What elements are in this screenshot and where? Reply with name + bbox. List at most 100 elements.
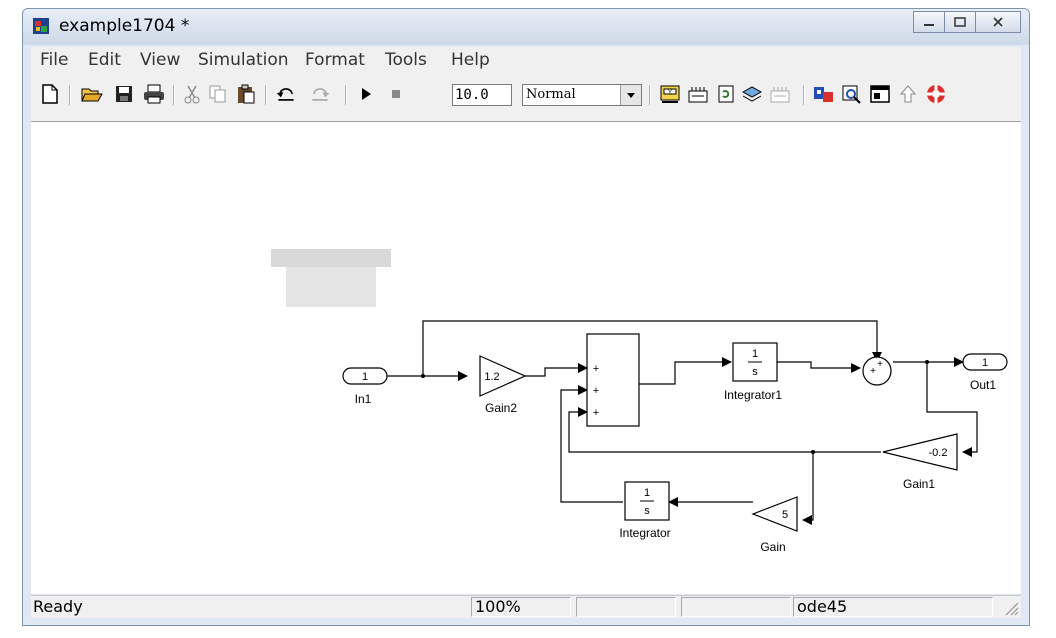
integrator-block[interactable]: 1 s Integrator — [619, 481, 671, 540]
play-icon — [362, 88, 371, 100]
redo-icon — [312, 88, 330, 101]
blurred-region — [271, 249, 391, 307]
stop-time-input[interactable]: 10.0 — [452, 84, 512, 106]
lifebuoy-icon — [927, 85, 945, 103]
update-diagram-button[interactable] — [687, 83, 709, 105]
printer-icon — [144, 84, 164, 104]
sum1-sign-3: + — [593, 407, 599, 419]
gain-block[interactable]: 5 Gain — [751, 496, 798, 554]
refresh-button[interactable] — [715, 83, 737, 105]
gain2-block[interactable]: 1.2 Gain2 — [479, 355, 527, 415]
model-browser-button[interactable] — [869, 83, 891, 105]
sum1-sign-1: + — [593, 363, 599, 375]
print-button[interactable] — [143, 83, 165, 105]
debug-button[interactable] — [841, 83, 863, 105]
undo-button[interactable] — [275, 83, 297, 105]
build-button[interactable]: Y — [659, 83, 681, 105]
signal-lines — [387, 320, 978, 525]
undo-icon — [276, 88, 294, 101]
grid-icon — [770, 87, 790, 103]
up-arrow-icon — [899, 85, 917, 103]
scissors-icon — [184, 85, 200, 104]
menu-bar: File Edit View Simulation Format Tools H… — [31, 47, 1021, 74]
in1-block[interactable]: 1 In1 — [342, 367, 388, 406]
copy-button[interactable] — [207, 83, 229, 105]
integrator-numerator: 1 — [644, 487, 650, 499]
cut-button[interactable] — [181, 83, 203, 105]
start-simulation-button[interactable] — [355, 83, 377, 105]
gain-value: 5 — [782, 509, 788, 521]
menu-tools[interactable]: Tools — [385, 50, 427, 70]
magnifier-icon — [842, 85, 861, 104]
in1-port-number: 1 — [362, 371, 368, 383]
model-advisor-button[interactable] — [769, 83, 791, 105]
minimize-icon — [924, 24, 934, 26]
explorer-icon — [814, 87, 833, 102]
status-bar: Ready 100% ode45 — [31, 595, 1021, 618]
maximize-button[interactable] — [944, 11, 976, 33]
integrator-denominator: s — [644, 505, 650, 517]
model-explorer-button[interactable] — [813, 83, 835, 105]
sum2-sign-2: + — [877, 359, 883, 370]
save-button[interactable] — [113, 83, 135, 105]
clipboard-icon — [238, 84, 255, 104]
resize-grip-icon[interactable] — [1003, 600, 1019, 616]
block-diagram: 1 In1 1.2 Gain2 + + + 1 s Integrator1 + … — [271, 249, 1008, 554]
gain-label: Gain — [760, 540, 785, 554]
status-ready: Ready — [33, 597, 83, 616]
window-title: example1704 * — [59, 16, 190, 36]
simulation-mode-value: Normal — [526, 87, 576, 102]
new-model-button[interactable] — [39, 83, 61, 105]
help-button[interactable] — [925, 83, 947, 105]
status-zoom: 100% — [475, 597, 521, 616]
menu-simulation[interactable]: Simulation — [198, 50, 289, 70]
integrator1-label: Integrator1 — [724, 388, 782, 402]
paste-button[interactable] — [235, 83, 257, 105]
diagram-update-icon — [688, 87, 708, 103]
stop-simulation-button[interactable] — [385, 83, 407, 105]
integrator1-block[interactable]: 1 s Integrator1 — [724, 342, 782, 402]
gain1-value: -0.2 — [929, 447, 948, 459]
integrator1-denominator: s — [752, 366, 758, 378]
title-bar[interactable]: example1704 * — [23, 9, 1029, 45]
simulink-app-icon — [33, 18, 49, 34]
out1-block[interactable]: 1 Out1 — [962, 353, 1008, 392]
svg-text:Y: Y — [668, 90, 672, 96]
close-button[interactable] — [975, 11, 1021, 33]
build-icon: Y — [660, 85, 680, 103]
sum1-block[interactable]: + + + — [586, 333, 640, 427]
open-folder-icon — [81, 88, 103, 102]
gain2-value: 1.2 — [484, 371, 499, 383]
refresh-icon — [718, 85, 734, 103]
go-to-parent-button[interactable] — [897, 83, 919, 105]
integrator1-numerator: 1 — [752, 348, 758, 360]
redo-button[interactable] — [309, 83, 331, 105]
new-file-icon — [42, 84, 58, 104]
simulation-mode-select[interactable]: Normal — [522, 84, 642, 106]
menu-file[interactable]: File — [40, 50, 68, 70]
gain1-block[interactable]: -0.2 Gain1 — [882, 433, 958, 491]
menu-view[interactable]: View — [140, 50, 180, 70]
copy-icon — [209, 85, 226, 103]
gain2-label: Gain2 — [485, 401, 517, 415]
out1-label: Out1 — [970, 378, 996, 392]
out1-port-number: 1 — [982, 357, 988, 369]
gain1-label: Gain1 — [903, 477, 935, 491]
status-solver: ode45 — [797, 597, 848, 616]
menu-edit[interactable]: Edit — [88, 50, 121, 70]
model-canvas[interactable]: 1 In1 1.2 Gain2 + + + 1 s Integrator1 + … — [31, 122, 1021, 594]
dropdown-arrow-icon[interactable] — [620, 85, 641, 105]
menu-help[interactable]: Help — [451, 50, 490, 70]
sum2-sign-1: + — [870, 366, 876, 377]
toolbar: 10.0 Normal Y — [31, 73, 1021, 122]
floppy-disk-icon — [116, 86, 132, 102]
maximize-icon — [954, 17, 966, 27]
integrator-label: Integrator — [619, 526, 670, 540]
library-browser-button[interactable] — [741, 83, 763, 105]
minimize-button[interactable] — [913, 11, 945, 33]
menu-format[interactable]: Format — [305, 50, 365, 70]
browser-window-icon — [870, 85, 890, 103]
open-button[interactable] — [81, 83, 103, 105]
status-panel-empty-2 — [681, 597, 791, 617]
sum2-block[interactable]: + + — [862, 356, 892, 386]
